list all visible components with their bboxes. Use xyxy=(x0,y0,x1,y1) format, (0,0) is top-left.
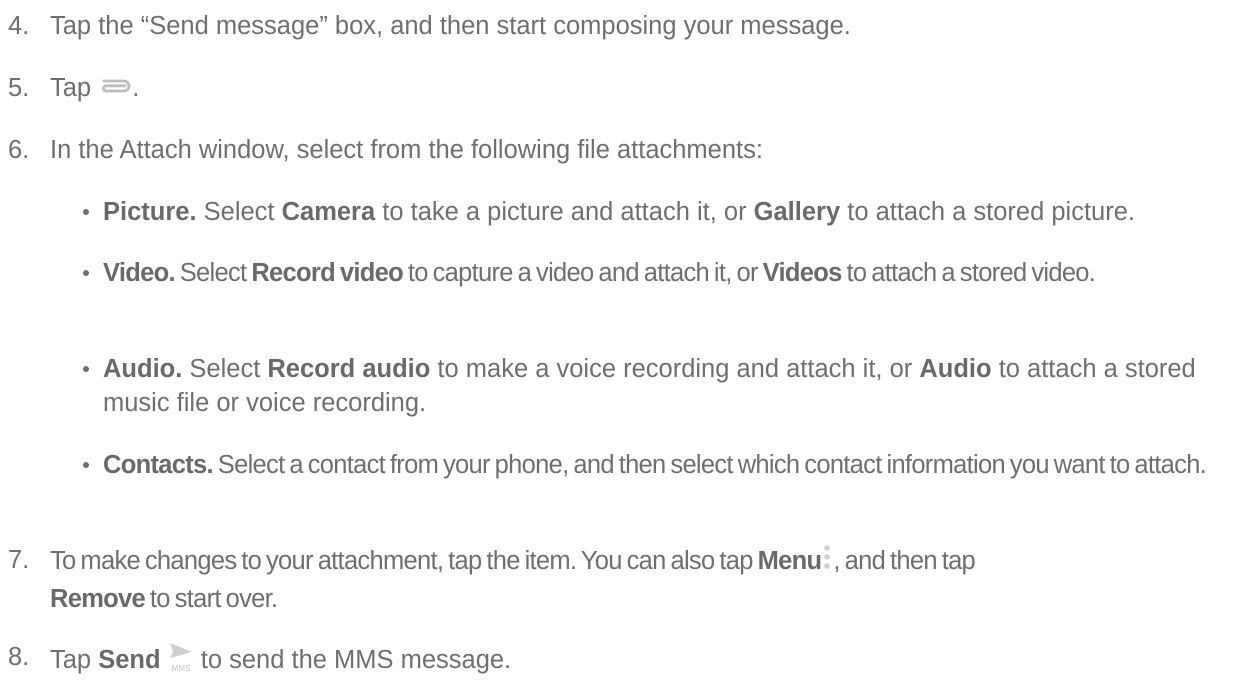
bullet-text: Picture. Select Camera to take a picture… xyxy=(103,195,1238,229)
bullet-heading: Contacts. xyxy=(103,451,214,479)
step-text-part: To make changes to your attachment, tap … xyxy=(50,547,753,576)
step-text: Tap the “Send message” box, and then sta… xyxy=(50,12,851,40)
bullet-text-part: Select a contact from your phone, and th… xyxy=(217,451,1207,479)
step-text: In the Attach window, select from the fo… xyxy=(50,136,763,164)
bullet-text: Audio. Select Record audio to make a voi… xyxy=(103,352,1223,420)
step-text-part: to send the MMS message. xyxy=(200,646,512,675)
step-text-part: Tap xyxy=(50,646,92,675)
step-number: 4. xyxy=(8,12,30,40)
bullet-dot xyxy=(83,209,89,215)
overflow-menu-icon xyxy=(821,543,833,582)
bullet-text-part: Select xyxy=(203,198,275,226)
step-number: 6. xyxy=(8,136,30,164)
bullet-text-part: to take a picture and attach it, or xyxy=(382,198,747,226)
bullet-bold-term: Record video xyxy=(251,259,403,287)
bullet-text: Video. Select Record video to capture a … xyxy=(103,256,1193,290)
bullet-dot xyxy=(83,366,89,372)
bullet-dot xyxy=(83,462,89,468)
step-number: 5. xyxy=(8,74,30,102)
svg-text:MMS: MMS xyxy=(171,664,190,673)
step-number: 7. xyxy=(8,546,30,574)
instruction-page: 4. Tap the “Send message” box, and then … xyxy=(0,0,1241,696)
bullet-text-part: to make a voice recording and attach it,… xyxy=(437,355,913,383)
bullet-bold-term: Record audio xyxy=(267,355,431,383)
paperclip-icon xyxy=(98,72,132,106)
step-text-part: . xyxy=(132,74,140,102)
send-mms-icon: MMS xyxy=(168,640,194,683)
step-text-part: to start over. xyxy=(149,585,278,613)
step-text-part: Tap xyxy=(50,74,92,102)
step-text-part: , and then tap xyxy=(833,547,976,576)
bullet-text-part: to capture a video and attach it, or xyxy=(407,259,759,287)
step-number: 8. xyxy=(8,643,30,671)
bullet-text-part: Select xyxy=(179,259,247,287)
step-text: Tap Send MMS to send the MMS message. xyxy=(50,640,511,683)
step-bold-term: Remove xyxy=(50,585,146,613)
bullet-bold-term: Camera xyxy=(281,198,376,226)
step-text: To make changes to your attachment, tap … xyxy=(50,543,1180,616)
bullet-bold-term: Audio xyxy=(919,355,992,383)
bullet-text-part: to attach a stored video. xyxy=(846,259,1096,287)
bullet-heading: Audio. xyxy=(103,355,183,383)
bullet-text: Contacts. Select a contact from your pho… xyxy=(103,448,1213,482)
bullet-text-part: to attach a stored picture. xyxy=(847,198,1135,226)
step-bold-term: Menu xyxy=(757,547,822,576)
bullet-text-part: Select xyxy=(189,355,261,383)
bullet-heading: Picture. xyxy=(103,198,197,226)
bullet-bold-term: Videos xyxy=(762,259,843,287)
step-bold-term: Send xyxy=(98,646,161,675)
bullet-dot xyxy=(83,270,89,276)
bullet-heading: Video. xyxy=(103,259,176,287)
step-text: Tap . xyxy=(50,71,139,106)
bullet-bold-term: Gallery xyxy=(753,198,841,226)
